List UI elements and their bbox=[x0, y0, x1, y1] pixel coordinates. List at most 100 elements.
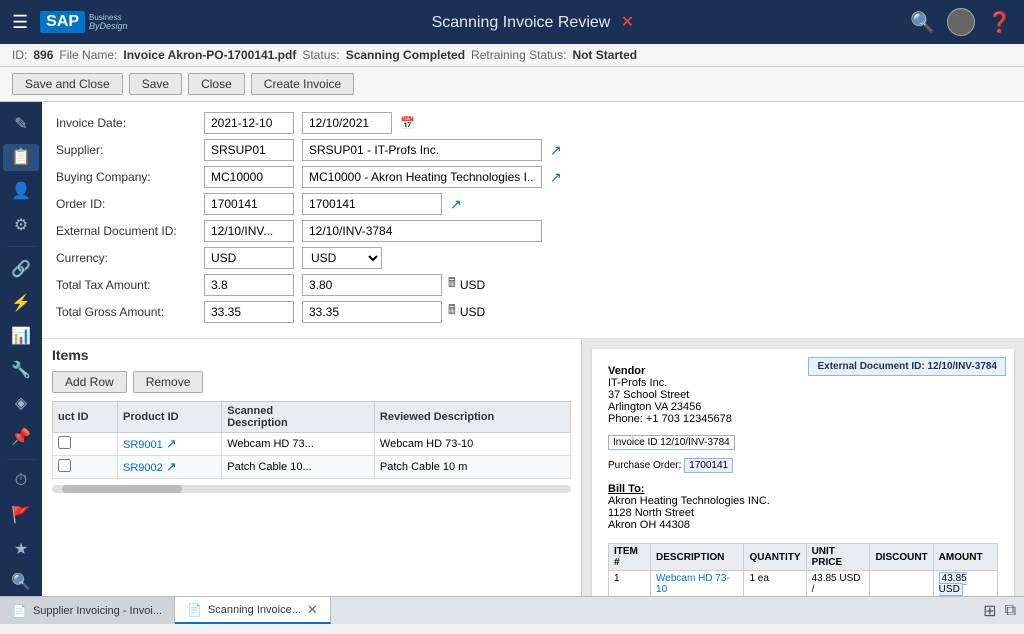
row2-reviewed-desc: Patch Cable 10 m bbox=[374, 456, 570, 479]
table-row: SR9002 ↗ Patch Cable 10... Patch Cable 1… bbox=[53, 456, 571, 479]
tab-supplier-invoicing[interactable]: 📄 Supplier Invoicing - Invoi... bbox=[0, 597, 175, 624]
order-id-value-input[interactable] bbox=[302, 193, 442, 215]
total-gross-calc-icon[interactable]: 🖩 bbox=[448, 301, 456, 323]
bottom-bar: 📄 Supplier Invoicing - Invoi... 📄 Scanni… bbox=[0, 596, 1024, 624]
app-close-icon[interactable]: ✕ bbox=[621, 14, 634, 31]
tab-scanning-invoice[interactable]: 📄 Scanning Invoice... ✕ bbox=[175, 597, 331, 624]
help-icon[interactable]: ❓ bbox=[987, 10, 1012, 35]
inv-col-desc: DESCRIPTION bbox=[651, 544, 744, 571]
inv-col-item: ITEM # bbox=[609, 544, 651, 571]
remove-button[interactable]: Remove bbox=[133, 371, 204, 393]
po-value: 1700141 bbox=[684, 458, 733, 473]
ext-doc-id-value: 12/10/INV-3784 bbox=[928, 361, 998, 372]
ext-doc-code-input[interactable] bbox=[204, 220, 294, 242]
nav-item-star[interactable]: ★ bbox=[3, 535, 39, 563]
save-button[interactable]: Save bbox=[129, 73, 182, 95]
ext-doc-value-input[interactable] bbox=[302, 220, 542, 242]
order-id-link-icon[interactable]: ↗ bbox=[450, 196, 462, 213]
buying-company-link-icon[interactable]: ↗ bbox=[550, 169, 562, 186]
add-row-button[interactable]: Add Row bbox=[52, 371, 127, 393]
nav-item-person[interactable]: 👤 bbox=[3, 177, 39, 205]
inv-row1-discount bbox=[870, 571, 933, 597]
nav-item-link[interactable]: 🔗 bbox=[3, 255, 39, 283]
col-product-id-abbr: uct ID bbox=[53, 402, 118, 433]
buying-company-name-input[interactable] bbox=[302, 166, 542, 188]
bottom-icon-1[interactable]: ⊞ bbox=[983, 601, 996, 621]
supplier-link-icon[interactable]: ↗ bbox=[550, 142, 562, 159]
hamburger-menu-icon[interactable]: ☰ bbox=[12, 12, 28, 33]
nav-item-chart[interactable]: 📊 bbox=[3, 322, 39, 350]
nav-item-diamond[interactable]: ◈ bbox=[3, 390, 39, 418]
total-gross-input[interactable] bbox=[204, 301, 294, 323]
invoice-date-calendar-icon[interactable]: 📅 bbox=[400, 116, 415, 130]
row2-product-id-link[interactable]: SR9002 bbox=[123, 462, 163, 474]
nav-item-clock[interactable]: ⏱ bbox=[3, 468, 39, 496]
currency-code-input[interactable] bbox=[204, 247, 294, 269]
inv-row-1: 1 Webcam HD 73-10 1 ea 43.85 USD /1,000 … bbox=[609, 571, 998, 597]
filename-label: File Name: bbox=[59, 48, 117, 62]
total-gross-value-input[interactable] bbox=[302, 301, 442, 323]
app-title-text: Scanning Invoice Review bbox=[432, 14, 611, 31]
table-row: SR9001 ↗ Webcam HD 73... Webcam HD 73-10 bbox=[53, 433, 571, 456]
content-area: Invoice Date: 📅 Supplier: ↗ Buying Compa… bbox=[42, 102, 1024, 596]
nav-item-pin[interactable]: 📌 bbox=[3, 423, 39, 451]
tab2-close-icon[interactable]: ✕ bbox=[307, 602, 318, 618]
nav-item-search[interactable]: 🔍 bbox=[3, 568, 39, 596]
scrollbar-thumb bbox=[62, 485, 182, 493]
inv-col-discount: DISCOUNT bbox=[870, 544, 933, 571]
invoice-date-input[interactable] bbox=[204, 112, 294, 134]
row1-checkbox[interactable] bbox=[58, 436, 71, 449]
supplier-row: Supplier: ↗ bbox=[56, 139, 1010, 161]
supplier-name-input[interactable] bbox=[302, 139, 542, 161]
nav-item-lightning[interactable]: ⚡ bbox=[3, 289, 39, 317]
vendor-name: IT-Profs Inc. bbox=[608, 377, 998, 389]
inv-row1-amount: 43.85 USD bbox=[933, 571, 997, 597]
avatar[interactable] bbox=[947, 8, 975, 36]
invoice-number-badge: Invoice ID 12/10/INV-3784 bbox=[608, 435, 735, 450]
nav-item-edit[interactable]: ✎ bbox=[3, 110, 39, 138]
retraining-value: Not Started bbox=[572, 48, 637, 62]
order-id-code-input[interactable] bbox=[204, 193, 294, 215]
supplier-label: Supplier: bbox=[56, 143, 196, 157]
invoice-date-label: Invoice Date: bbox=[56, 116, 196, 130]
buying-company-code-input[interactable] bbox=[204, 166, 294, 188]
nav-item-flag[interactable]: 🚩 bbox=[3, 501, 39, 529]
row1-link-icon[interactable]: ↗ bbox=[166, 436, 177, 451]
bill-to-address2: Akron OH 44308 bbox=[608, 519, 998, 531]
main-layout: ✎ 📋 👤 ⚙ 🔗 ⚡ 📊 🔧 ◈ 📌 ⏱ 🚩 ★ 🔍 Invoice Date… bbox=[0, 102, 1024, 596]
invoice-number-row: Invoice ID 12/10/INV-3784 bbox=[608, 435, 998, 450]
total-tax-calc-icon[interactable]: 🖩 bbox=[448, 274, 456, 296]
ext-doc-row: External Document ID: bbox=[56, 220, 1010, 242]
row2-checkbox[interactable] bbox=[58, 459, 71, 472]
create-invoice-button[interactable]: Create Invoice bbox=[251, 73, 354, 95]
total-tax-value-input[interactable] bbox=[302, 274, 442, 296]
search-icon[interactable]: 🔍 bbox=[910, 10, 935, 35]
nav-divider-1 bbox=[7, 246, 35, 247]
bill-to-title: Bill To: bbox=[608, 483, 998, 495]
form-area: Invoice Date: 📅 Supplier: ↗ Buying Compa… bbox=[42, 102, 1024, 339]
currency-row: Currency: USD EUR GBP bbox=[56, 247, 1010, 269]
save-close-button[interactable]: Save and Close bbox=[12, 73, 123, 95]
items-title: Items bbox=[52, 347, 571, 363]
bottom-icon-2[interactable]: ⧉ bbox=[1005, 602, 1016, 620]
supplier-code-input[interactable] bbox=[204, 139, 294, 161]
currency-dropdown[interactable]: USD EUR GBP bbox=[302, 247, 382, 269]
status-label: Status: bbox=[302, 48, 339, 62]
nav-item-wrench[interactable]: 🔧 bbox=[3, 356, 39, 384]
nav-item-settings[interactable]: ⚙ bbox=[3, 211, 39, 239]
row1-product-id-link[interactable]: SR9001 bbox=[123, 439, 163, 451]
nav-item-invoice[interactable]: 📋 bbox=[3, 144, 39, 172]
sub-header: ID: 896 File Name: Invoice Akron-PO-1700… bbox=[0, 44, 1024, 67]
total-gross-row: Total Gross Amount: 🖩 USD bbox=[56, 301, 1010, 323]
inv-row1-desc-link[interactable]: Webcam HD 73-10 bbox=[656, 573, 730, 595]
sap-bydesign-text: Business ByDesign bbox=[89, 14, 128, 31]
close-button[interactable]: Close bbox=[188, 73, 245, 95]
order-id-label: Order ID: bbox=[56, 197, 196, 211]
total-tax-label: Total Tax Amount: bbox=[56, 278, 196, 292]
total-tax-value-group: 🖩 USD bbox=[302, 274, 485, 296]
horizontal-scrollbar[interactable] bbox=[52, 485, 571, 493]
purchase-order-row: Purchase Order: 1700141 bbox=[608, 458, 998, 473]
invoice-date-display[interactable] bbox=[302, 112, 392, 134]
total-tax-input[interactable] bbox=[204, 274, 294, 296]
row2-link-icon[interactable]: ↗ bbox=[166, 459, 177, 474]
